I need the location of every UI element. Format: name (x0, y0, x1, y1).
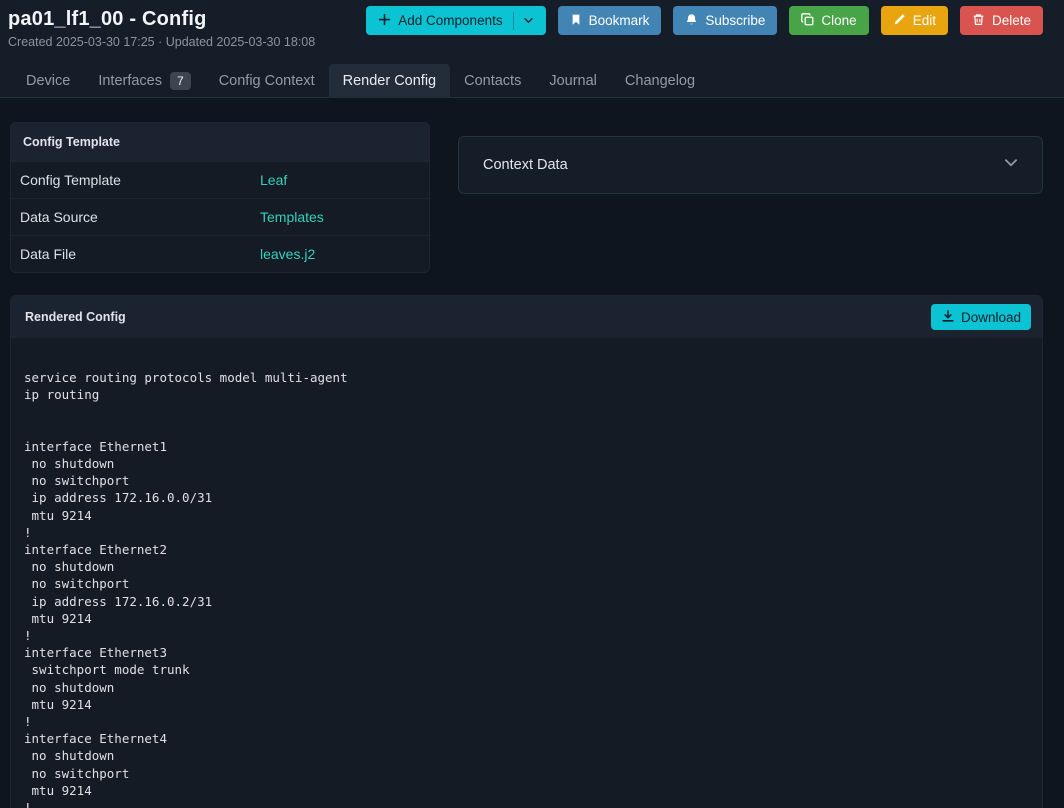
delete-button[interactable]: Delete (959, 6, 1043, 35)
config-template-link[interactable]: Leaf (260, 172, 287, 188)
subscribe-button[interactable]: Subscribe (673, 6, 778, 35)
clone-button[interactable]: Clone (789, 6, 869, 35)
rendered-config-card: Rendered Config Download service routing… (10, 295, 1043, 808)
tab-contacts-label: Contacts (464, 73, 522, 89)
trash-icon (972, 13, 985, 29)
plus-icon (378, 13, 391, 29)
tab-config-context[interactable]: Config Context (205, 64, 329, 98)
delete-label: Delete (991, 13, 1031, 28)
bookmark-icon (570, 13, 582, 29)
bookmark-label: Bookmark (588, 13, 650, 28)
edit-label: Edit (912, 13, 936, 28)
data-file-row-label: Data File (20, 246, 77, 262)
rendered-config-card-title: Rendered Config (25, 310, 126, 324)
config-template-row-label: Config Template (20, 172, 121, 188)
config-template-card: Config Template Config Template Leaf Dat… (10, 122, 430, 273)
page-title: pa01_lf1_00 - Config (8, 8, 207, 30)
context-data-title: Context Data (483, 157, 568, 173)
interfaces-count-badge: 7 (170, 72, 191, 90)
tab-render-config[interactable]: Render Config (328, 64, 451, 98)
data-source-link[interactable]: Templates (260, 209, 324, 225)
tab-journal-label: Journal (549, 73, 597, 89)
tab-contacts[interactable]: Contacts (450, 64, 535, 98)
edit-button[interactable]: Edit (880, 6, 948, 35)
subscribe-label: Subscribe (705, 13, 766, 28)
data-source-row-label: Data Source (20, 209, 98, 225)
page-subtitle: Created 2025-03-30 17:25 · Updated 2025-… (8, 35, 316, 49)
rendered-config-card-header: Rendered Config Download (11, 296, 1042, 338)
tab-changelog[interactable]: Changelog (611, 64, 709, 98)
rendered-config-text: service routing protocols model multi-ag… (24, 370, 348, 808)
download-label: Download (960, 309, 1021, 325)
tab-interfaces-label: Interfaces (98, 73, 162, 89)
copy-icon (801, 12, 814, 29)
table-row: Config Template Leaf (11, 161, 429, 198)
page-header: pa01_lf1_00 - Config Created 2025-03-30 … (0, 0, 1064, 98)
tab-changelog-label: Changelog (624, 73, 696, 89)
context-data-accordion[interactable]: Context Data (458, 136, 1043, 194)
data-file-link[interactable]: leaves.j2 (260, 246, 315, 262)
table-row: Data Source Templates (11, 198, 429, 235)
tab-device[interactable]: Device (12, 64, 84, 98)
config-template-card-title: Config Template (23, 135, 120, 149)
tab-interfaces[interactable]: Interfaces 7 (84, 64, 204, 98)
add-components-label: Add Components (398, 13, 503, 28)
tab-render-config-label: Render Config (342, 73, 437, 89)
tab-device-label: Device (26, 73, 71, 89)
tab-config-context-label: Config Context (218, 73, 315, 89)
caret-down-icon (512, 11, 534, 30)
download-icon (941, 309, 955, 326)
chevron-down-icon (1002, 154, 1020, 177)
download-button[interactable]: Download (930, 304, 1031, 330)
config-template-card-header: Config Template (11, 123, 429, 161)
clone-label: Clone (821, 13, 857, 28)
bookmark-button[interactable]: Bookmark (557, 6, 662, 35)
table-row: Data File leaves.j2 (11, 235, 429, 272)
tab-journal[interactable]: Journal (535, 64, 611, 98)
header-actions: Add Components Bookmark Subscribe Clone … (366, 6, 1043, 35)
add-components-button[interactable]: Add Components (366, 6, 546, 35)
main-content: Config Template Config Template Leaf Dat… (0, 98, 1064, 808)
tab-bar: Device Interfaces 7 Config Context Rende… (0, 64, 1064, 98)
pencil-icon (893, 13, 906, 29)
bell-icon (685, 13, 698, 29)
title-block: pa01_lf1_00 - Config Created 2025-03-30 … (8, 6, 315, 50)
